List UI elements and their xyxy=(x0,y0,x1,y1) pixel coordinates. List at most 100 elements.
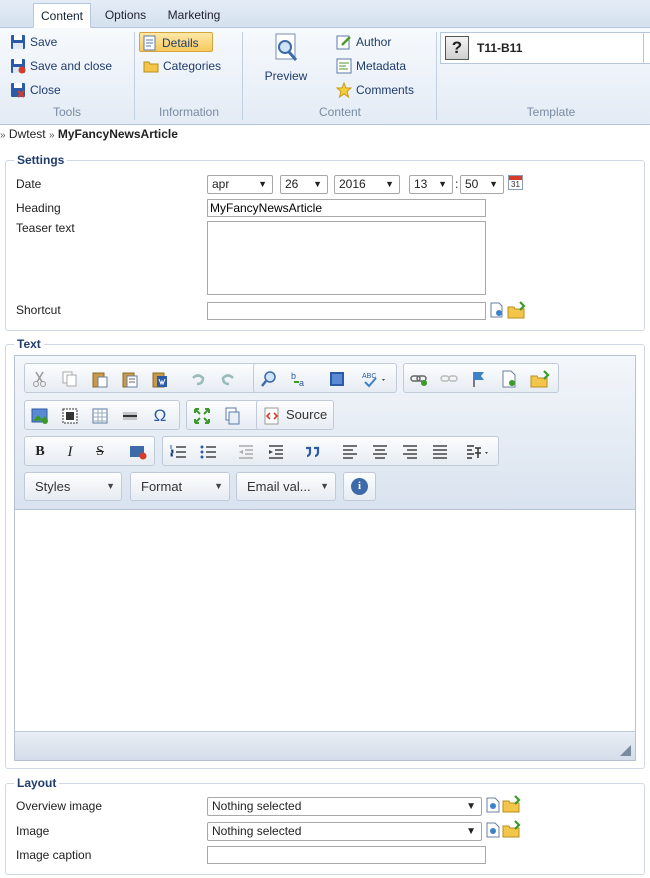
editor-footer xyxy=(15,731,635,760)
horizontal-rule-icon[interactable] xyxy=(121,407,139,425)
image-page-icon[interactable] xyxy=(486,822,500,838)
chevron-down-icon: ▼ xyxy=(313,179,322,189)
teaser-text-area[interactable] xyxy=(207,221,486,295)
browse-folder-icon[interactable] xyxy=(502,795,521,813)
author-button[interactable]: Author xyxy=(334,32,391,52)
increase-indent-icon[interactable] xyxy=(267,443,285,461)
anchor-flag-icon[interactable] xyxy=(470,370,488,388)
comments-label: Comments xyxy=(356,83,415,97)
breadcrumb-parent-link[interactable]: Dwtest xyxy=(9,127,46,141)
month-select[interactable]: apr ▼ xyxy=(207,175,273,194)
insert-group: Ω xyxy=(24,400,180,430)
metadata-button[interactable]: Metadata xyxy=(334,56,406,76)
image-page-icon[interactable] xyxy=(486,797,500,813)
paste-text-icon[interactable] xyxy=(121,370,139,388)
unlink-icon[interactable] xyxy=(440,370,458,388)
overview-image-value: Nothing selected xyxy=(212,799,302,813)
bold-icon[interactable]: B xyxy=(31,443,49,461)
calendar-icon[interactable]: 31 xyxy=(508,175,523,190)
align-center-icon[interactable] xyxy=(371,443,389,461)
categories-button[interactable]: Categories xyxy=(141,56,221,76)
tab-marketing[interactable]: Marketing xyxy=(160,3,228,28)
minute-select[interactable]: 50 ▼ xyxy=(460,175,504,194)
link-page-icon[interactable] xyxy=(489,302,504,318)
italic-icon[interactable]: I xyxy=(61,443,79,461)
link-group xyxy=(403,363,559,393)
chevron-down-icon: ▼ xyxy=(214,481,223,491)
cut-icon[interactable] xyxy=(31,370,49,388)
email-validation-dropdown[interactable]: Email val... ▼ xyxy=(236,472,336,501)
insert-media-icon[interactable] xyxy=(61,407,79,425)
layout-legend: Layout xyxy=(14,776,60,790)
source-button[interactable]: Source xyxy=(256,400,334,430)
decrease-indent-icon[interactable] xyxy=(237,443,255,461)
breadcrumb-separator: » xyxy=(0,130,6,141)
shortcut-input[interactable] xyxy=(207,302,486,320)
maximize-icon[interactable] xyxy=(193,407,211,425)
image-select[interactable]: Nothing selected ▼ xyxy=(207,822,482,841)
blockquote-icon[interactable] xyxy=(303,443,321,461)
save-and-close-button[interactable]: Save and close xyxy=(8,56,112,76)
tab-content[interactable]: Content xyxy=(33,3,91,28)
editor-toolbar: ba ABC Ω Source B I S Styles ▼ Format ▼ … xyxy=(15,356,635,510)
replace-icon[interactable]: ba xyxy=(290,370,308,388)
view-group xyxy=(186,400,264,430)
hour-select[interactable]: 13 ▼ xyxy=(409,175,453,194)
show-blocks-icon[interactable] xyxy=(223,407,241,425)
svg-text:b: b xyxy=(291,371,296,381)
insert-image-icon[interactable] xyxy=(31,407,49,425)
preview-button[interactable]: Preview xyxy=(258,32,314,88)
month-value: apr xyxy=(212,177,230,191)
template-selector[interactable]: ? T11-B11 xyxy=(440,32,650,64)
editor-content-area[interactable] xyxy=(15,511,635,731)
bulleted-list-icon[interactable] xyxy=(199,443,217,461)
svg-text:a: a xyxy=(299,378,304,388)
styles-label: Styles xyxy=(35,479,71,494)
year-select[interactable]: 2016 ▼ xyxy=(334,175,400,194)
paste-word-icon[interactable] xyxy=(151,370,169,388)
resize-handle-icon[interactable] xyxy=(620,745,631,756)
year-value: 2016 xyxy=(339,177,366,191)
remove-format-icon[interactable] xyxy=(129,443,147,461)
redo-icon[interactable] xyxy=(219,370,237,388)
save-button[interactable]: Save xyxy=(8,32,57,52)
select-all-icon[interactable] xyxy=(328,370,346,388)
browse-folder-icon[interactable] xyxy=(502,820,521,838)
find-icon[interactable] xyxy=(260,370,278,388)
info-button[interactable]: i xyxy=(343,472,376,501)
breadcrumb-current: MyFancyNewsArticle xyxy=(57,127,178,141)
details-button[interactable]: Details xyxy=(139,32,213,52)
numbered-list-icon[interactable] xyxy=(169,443,187,461)
close-button[interactable]: Close xyxy=(8,80,61,100)
special-character-icon[interactable]: Ω xyxy=(151,407,169,425)
day-value: 26 xyxy=(285,177,299,191)
paste-icon[interactable] xyxy=(91,370,109,388)
align-left-icon[interactable] xyxy=(341,443,359,461)
styles-dropdown[interactable]: Styles ▼ xyxy=(24,472,122,501)
overview-image-select[interactable]: Nothing selected ▼ xyxy=(207,797,482,816)
insert-file-icon[interactable] xyxy=(500,370,518,388)
align-justify-icon[interactable] xyxy=(431,443,449,461)
day-select[interactable]: 26 ▼ xyxy=(280,175,328,194)
source-code-icon xyxy=(264,407,279,425)
heading-input[interactable] xyxy=(207,199,486,217)
table-icon[interactable] xyxy=(91,407,109,425)
info-icon: i xyxy=(351,478,368,495)
format-label: Format xyxy=(141,479,183,494)
copy-icon[interactable] xyxy=(61,370,79,388)
comments-button[interactable]: Comments xyxy=(334,80,414,100)
format-dropdown[interactable]: Format ▼ xyxy=(130,472,230,501)
language-icon[interactable] xyxy=(465,443,491,461)
spellcheck-icon[interactable]: ABC xyxy=(362,370,388,388)
align-right-icon[interactable] xyxy=(401,443,419,461)
preview-label: Preview xyxy=(264,69,308,83)
undo-icon[interactable] xyxy=(189,370,207,388)
clipboard-group xyxy=(24,363,264,393)
link-icon[interactable] xyxy=(410,370,428,388)
browse-folder-icon[interactable] xyxy=(530,370,550,388)
tab-options[interactable]: Options xyxy=(98,3,153,28)
strikethrough-icon[interactable]: S xyxy=(91,443,109,461)
image-caption-input[interactable] xyxy=(207,846,486,864)
browse-folder-icon[interactable] xyxy=(507,301,526,319)
breadcrumb-separator: » xyxy=(48,130,55,141)
